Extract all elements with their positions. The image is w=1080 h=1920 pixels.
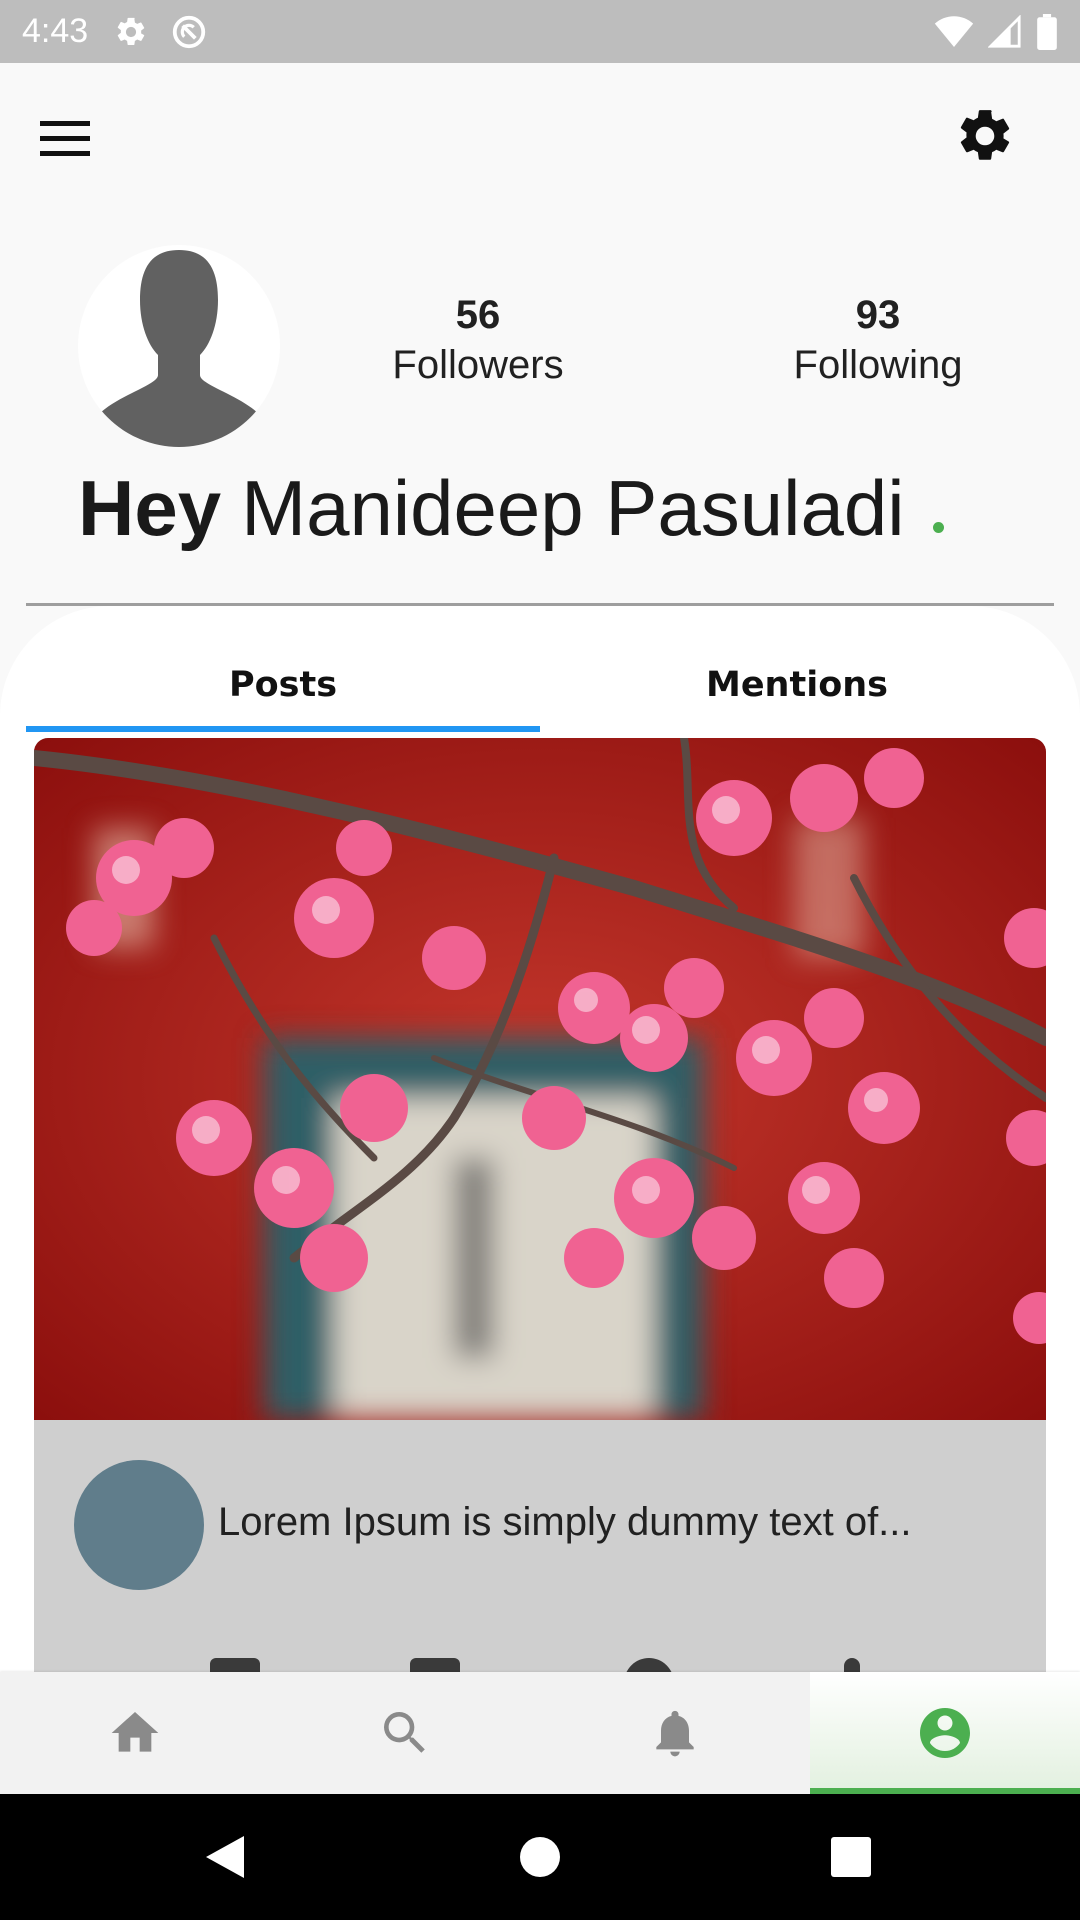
search-icon — [384, 1712, 425, 1753]
status-bar: 4:43 — [0, 0, 1080, 63]
back-icon[interactable] — [200, 1832, 250, 1882]
battery-icon — [1037, 13, 1057, 50]
app-bar — [0, 63, 1080, 213]
nav-home[interactable] — [0, 1672, 270, 1794]
nav-profile[interactable] — [810, 1672, 1080, 1794]
status-time: 4:43 — [22, 12, 89, 50]
profile-avatar[interactable] — [78, 245, 280, 447]
sync-disabled-icon — [173, 15, 206, 48]
greeting: Hey Manideep Pasuladi — [78, 458, 944, 558]
online-status-dot — [932, 522, 944, 533]
tab-mentions-label: Mentions — [705, 665, 888, 705]
post-image[interactable] — [34, 738, 1046, 1420]
followers-label: Followers — [392, 343, 564, 387]
person-silhouette-icon — [88, 250, 270, 447]
recents-square-icon[interactable] — [826, 1832, 876, 1882]
wifi-icon — [934, 15, 974, 47]
following-stat[interactable]: 93 Following — [748, 290, 1008, 390]
tab-posts-label: Posts — [228, 665, 338, 705]
user-name: Manideep Pasuladi — [241, 464, 905, 552]
following-count: 93 — [855, 293, 901, 337]
nav-notifications[interactable] — [540, 1672, 810, 1794]
home-icon — [111, 1712, 159, 1752]
home-circle-icon[interactable] — [515, 1832, 565, 1882]
post-card[interactable]: Lorem Ipsum is simply dummy text of... — [34, 738, 1046, 1678]
greeting-prefix: Hey — [78, 464, 222, 552]
gear-icon — [960, 110, 1010, 160]
status-icons-left — [114, 13, 208, 51]
signal-icon — [988, 14, 1021, 48]
status-icons-right — [934, 13, 1058, 50]
followers-stat[interactable]: 56 Followers — [348, 290, 608, 390]
tab-indicator — [26, 726, 540, 732]
followers-count: 56 — [455, 293, 501, 337]
system-nav-bar — [0, 1794, 1080, 1920]
account-circle-icon — [920, 1708, 970, 1758]
gear-icon — [117, 17, 145, 45]
bottom-nav — [0, 1672, 1080, 1794]
tab-mentions[interactable]: Mentions — [540, 635, 1054, 735]
menu-icon — [40, 121, 90, 156]
nav-search[interactable] — [270, 1672, 540, 1794]
menu-button[interactable] — [40, 111, 106, 167]
settings-button[interactable] — [954, 105, 1030, 181]
tab-posts[interactable]: Posts — [26, 635, 540, 735]
bell-icon — [656, 1710, 694, 1757]
post-excerpt[interactable]: Lorem Ipsum is simply dummy text of... — [218, 1500, 912, 1545]
post-author-avatar[interactable] — [74, 1460, 204, 1590]
following-label: Following — [793, 343, 963, 387]
